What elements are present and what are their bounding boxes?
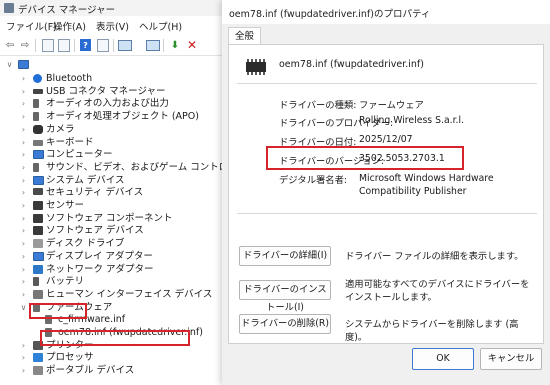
remove-driver-button[interactable]: ドライバーの削除(R) — [239, 314, 331, 334]
remove-driver-description: システムからドライバーを削除します (高度)。 — [345, 319, 519, 343]
bluetooth-icon — [33, 74, 42, 83]
update-driver-icon[interactable]: ⬇ — [168, 38, 182, 52]
battery-icon — [33, 277, 39, 287]
menu-view[interactable]: 表示(V) — [96, 19, 129, 33]
camera-icon — [33, 124, 43, 134]
sound-icon — [33, 162, 39, 172]
properties-icon[interactable] — [42, 39, 54, 52]
help-icon[interactable]: ? — [80, 39, 91, 51]
processor-icon — [33, 353, 43, 363]
forward-arrow-icon[interactable]: ⇨ — [18, 38, 32, 52]
hid-icon — [33, 289, 43, 299]
network-adapter-icon — [33, 264, 43, 274]
device-name: oem78.inf (fwupdatedriver.inf) — [279, 59, 424, 70]
driver-provider-value: Rolling Wireless S.a.r.l. — [359, 115, 465, 126]
menu-file[interactable]: ファイル(F) — [6, 19, 57, 33]
cancel-button[interactable]: キャンセル — [480, 348, 542, 370]
system-device-icon — [33, 175, 44, 185]
usb-connector-icon — [33, 88, 43, 94]
driver-type-label: ドライバーの種類: — [279, 100, 357, 111]
digital-signer-label: デジタル署名者: — [279, 175, 348, 186]
version-highlight-box — [266, 146, 464, 170]
scan-hardware-icon[interactable] — [118, 40, 132, 51]
monitor-icon[interactable] — [146, 40, 160, 51]
menu-action[interactable]: 操作(A) — [53, 19, 86, 33]
driver-highlight-box — [40, 330, 190, 346]
list-view-icon[interactable] — [58, 39, 70, 52]
chevron-down-icon[interactable]: ∨ — [5, 57, 14, 72]
security-device-icon — [33, 188, 43, 196]
portable-device-icon — [33, 366, 43, 376]
dialog-titlebar: oem78.inf (fwupdatedriver.inf)のプロパティ — [222, 0, 550, 24]
audio-icon — [33, 99, 39, 109]
details-view-icon[interactable] — [97, 39, 109, 52]
display-adapter-icon — [33, 251, 44, 261]
software-device-icon — [33, 226, 43, 236]
install-driver-button[interactable]: ドライバーのインストール(I) — [239, 280, 331, 313]
ok-button[interactable]: OK — [412, 348, 474, 370]
dialog-title: oem78.inf (fwupdatedriver.inf)のプロパティ — [229, 9, 431, 20]
computer-root-icon — [18, 60, 29, 69]
properties-dialog: oem78.inf (fwupdatedriver.inf)のプロパティ 全般 … — [222, 0, 550, 385]
general-panel: oem78.inf (fwupdatedriver.inf) ドライバーの種類:… — [228, 44, 544, 344]
firmware-highlight-box — [29, 303, 87, 319]
device-manager-app-icon — [4, 3, 14, 13]
device-manager-title: デバイス マネージャー — [18, 5, 116, 16]
tab-general[interactable]: 全般 — [228, 27, 262, 45]
sensor-icon — [33, 201, 43, 210]
divider — [237, 213, 537, 214]
driver-date-value: 2025/12/07 — [359, 134, 413, 145]
keyboard-icon — [33, 139, 43, 146]
audio-processing-icon — [33, 112, 39, 122]
driver-details-description: ドライバー ファイルの詳細を表示します。 — [345, 251, 524, 262]
uninstall-device-icon[interactable]: ✕ — [185, 38, 199, 52]
divider — [237, 83, 537, 84]
back-arrow-icon[interactable]: ⇦ — [3, 38, 17, 52]
chevron-right-icon[interactable]: › — [19, 363, 28, 378]
software-component-icon — [33, 213, 43, 223]
menu-help[interactable]: ヘルプ(H) — [139, 19, 182, 33]
disk-drive-icon — [33, 239, 43, 249]
tree-item-label: ポータブル デバイス — [46, 365, 135, 377]
install-driver-description: 適用可能なすべてのデバイスにドライバーをインストールします。 — [345, 279, 530, 303]
digital-signer-value: Microsoft Windows Hardware Compatibility… — [359, 173, 494, 197]
computer-icon — [33, 150, 44, 160]
driver-type-value: ファームウェア — [359, 100, 424, 111]
tree-category[interactable]: › ポータブル デバイス — [0, 363, 230, 378]
firmware-chip-icon — [243, 58, 269, 76]
driver-details-button[interactable]: ドライバーの詳細(I) — [239, 246, 331, 266]
